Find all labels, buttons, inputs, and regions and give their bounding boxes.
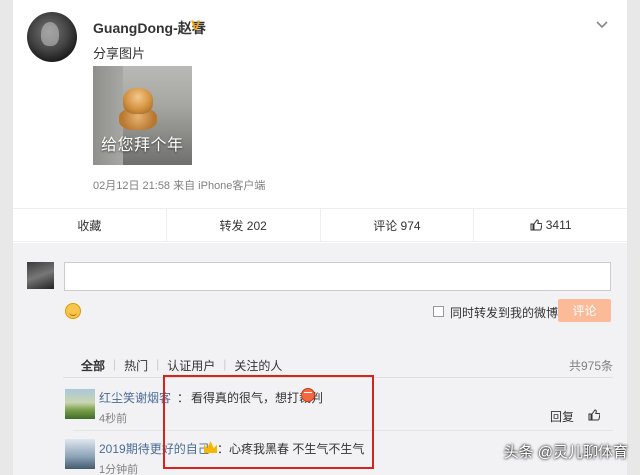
comment-button[interactable]: 评论 974 — [321, 209, 475, 241]
red-highlight-box — [163, 375, 374, 469]
thumb-up-icon[interactable] — [588, 409, 600, 421]
favorite-button[interactable]: 收藏 — [13, 209, 167, 241]
action-bar: 收藏 转发 202 评论 974 3411 — [13, 208, 627, 242]
comment-time: 1分钟前 — [99, 464, 139, 475]
watermark-text: 头条 @灵儿聊体育 — [503, 444, 628, 461]
verified-badge-icon: V — [191, 17, 201, 33]
current-user-avatar — [27, 262, 54, 289]
reply-button[interactable]: 回复 — [550, 408, 574, 425]
comment-time: 4秒前 — [99, 413, 128, 425]
repost-checkbox[interactable] — [433, 306, 444, 317]
image-caption: 给您拜个年 — [101, 137, 184, 154]
comment-label: 评论 974 — [373, 218, 421, 233]
thumb-up-icon — [530, 219, 542, 231]
comment-input[interactable] — [64, 262, 611, 291]
filter-tab-following[interactable]: 关注的人 — [226, 357, 290, 374]
commenter-avatar[interactable] — [65, 439, 95, 469]
filter-tab-all[interactable]: 全部 — [73, 357, 113, 374]
like-count: 3411 — [545, 218, 572, 232]
post-image[interactable]: 给您拜个年 — [93, 66, 192, 165]
author-avatar[interactable] — [27, 12, 77, 62]
chevron-down-icon[interactable] — [595, 20, 609, 30]
repost-button[interactable]: 转发 202 — [167, 209, 321, 241]
post-meta[interactable]: 02月12日 21:58 来自 iPhone客户端 — [93, 177, 265, 193]
emoji-icon[interactable] — [65, 303, 81, 319]
commenter-avatar[interactable] — [65, 389, 95, 419]
filter-tab-hot[interactable]: 热门 — [116, 357, 156, 374]
filter-tab-verified[interactable]: 认证用户 — [159, 357, 223, 374]
submit-comment-button[interactable]: 评论 — [558, 299, 611, 322]
comment-total: 共975条 — [568, 359, 613, 373]
favorite-label: 收藏 — [77, 218, 102, 233]
repost-label: 转发 202 — [219, 218, 267, 233]
author-name[interactable]: GuangDong-赵春 — [93, 18, 206, 38]
image-dog-head — [123, 88, 153, 114]
commenter-name[interactable]: 红尘笑谢烟客 — [99, 389, 171, 406]
like-button[interactable]: 3411 — [474, 209, 627, 241]
comment-filters: 全部 | 热门 | 认证用户 | 关注的人 — [73, 357, 290, 374]
post-text: 分享图片 — [93, 46, 146, 61]
repost-checkbox-label[interactable]: 同时转发到我的微博 — [450, 304, 558, 321]
